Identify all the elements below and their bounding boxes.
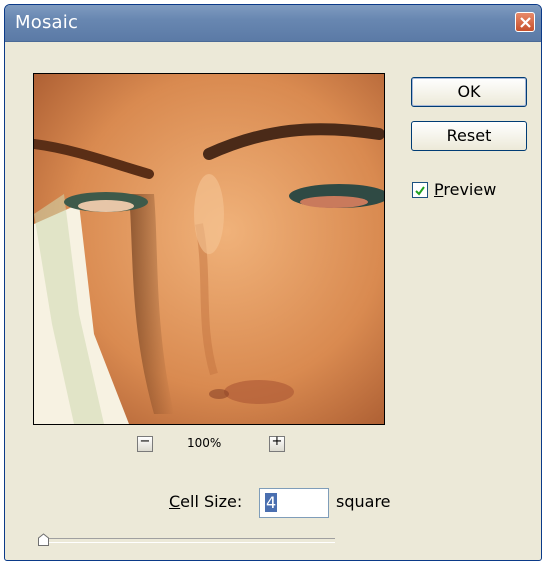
cell-size-slider-track[interactable] bbox=[43, 538, 335, 543]
minus-icon: − bbox=[139, 434, 151, 449]
preview-checkbox-label: Preview bbox=[434, 180, 497, 199]
cell-size-unit: square bbox=[336, 492, 391, 511]
check-icon bbox=[415, 186, 425, 196]
close-icon bbox=[520, 17, 531, 28]
preview-image[interactable] bbox=[33, 73, 385, 425]
preview-checkbox[interactable] bbox=[412, 182, 428, 198]
ok-button[interactable]: OK bbox=[411, 77, 527, 107]
cell-size-label: Cell Size: bbox=[169, 492, 243, 511]
plus-icon: + bbox=[271, 434, 283, 449]
zoom-in-button[interactable]: + bbox=[269, 434, 285, 452]
slider-thumb-icon[interactable] bbox=[37, 533, 50, 547]
reset-button[interactable]: Reset bbox=[411, 121, 527, 151]
mosaic-dialog: Mosaic OK Reset Preview − 100% + Cell Si… bbox=[4, 4, 542, 561]
close-button[interactable] bbox=[515, 12, 535, 32]
cell-size-value: 4 bbox=[265, 493, 278, 512]
zoom-level: 100% bbox=[187, 436, 222, 450]
dialog-title: Mosaic bbox=[15, 12, 79, 33]
preview-face-image bbox=[34, 74, 384, 424]
zoom-out-button[interactable]: − bbox=[137, 434, 153, 452]
title-bar[interactable]: Mosaic bbox=[5, 5, 541, 42]
cell-size-input[interactable]: 4 bbox=[259, 488, 329, 518]
